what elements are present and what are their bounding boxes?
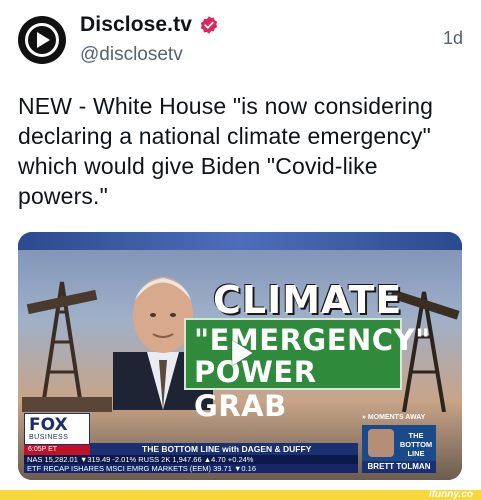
tweet-header: Disclose.tv @disclosetv 1d xyxy=(18,12,463,74)
play-icon[interactable] xyxy=(223,336,257,370)
tweet-text: NEW - White House "is now considering de… xyxy=(18,93,434,209)
oil-derrick-left-icon xyxy=(22,281,112,412)
ticker-text-2: ETF RECAP ISHARES MSCI EMRG MARKETS (EEM… xyxy=(27,464,257,473)
network-logo: FOX BUSINESS xyxy=(24,413,90,445)
handle[interactable]: @disclosetv xyxy=(80,44,183,66)
verified-badge-icon xyxy=(200,16,218,34)
guest-name-plate: BRETT TOLMAN xyxy=(362,461,436,473)
network-sub: BUSINESS xyxy=(29,434,69,441)
show-logo-text: THE BOTTOM LINE xyxy=(399,431,433,458)
avatar[interactable] xyxy=(18,16,66,64)
ticker-bar-2: ETF RECAP ISHARES MSCI EMRG MARKETS (EEM… xyxy=(24,464,358,473)
show-bar-text: THE BOTTOM LINE with DAGEN & DUFFY xyxy=(142,444,312,454)
clock-tag: 6:05P ET xyxy=(24,445,90,455)
ticker-bar: NAS 15,282.01 ▼319.49 -2.01% RUSS 2K 1,9… xyxy=(24,455,358,464)
moments-away-label: » MOMENTS AWAY xyxy=(362,414,426,421)
watermark-bar xyxy=(0,490,481,500)
headline-graphic: "EMERGENCY" POWER GRAB xyxy=(184,318,430,423)
name-row: Disclose.tv xyxy=(80,12,219,38)
ticker-text: NAS 15,282.01 ▼319.49 -2.01% RUSS 2K 1,9… xyxy=(27,455,254,464)
show-bar: THE BOTTOM LINE with DAGEN & DUFFY xyxy=(90,443,358,455)
network-name: FOX xyxy=(29,415,68,435)
video-media[interactable]: CLIMATE "EMERGENCY" POWER GRAB FOX BUSIN… xyxy=(18,232,462,480)
guest-thumbnail xyxy=(368,429,394,457)
show-logo-box: THE BOTTOM LINE xyxy=(362,425,436,461)
headline-line-1: CLIMATE xyxy=(213,278,403,322)
display-name[interactable]: Disclose.tv xyxy=(80,13,192,37)
timestamp[interactable]: 1d xyxy=(443,28,463,49)
video-top-strip xyxy=(18,232,462,250)
watermark-text: ifunny.co xyxy=(428,489,473,500)
play-triangle-icon xyxy=(37,32,50,48)
